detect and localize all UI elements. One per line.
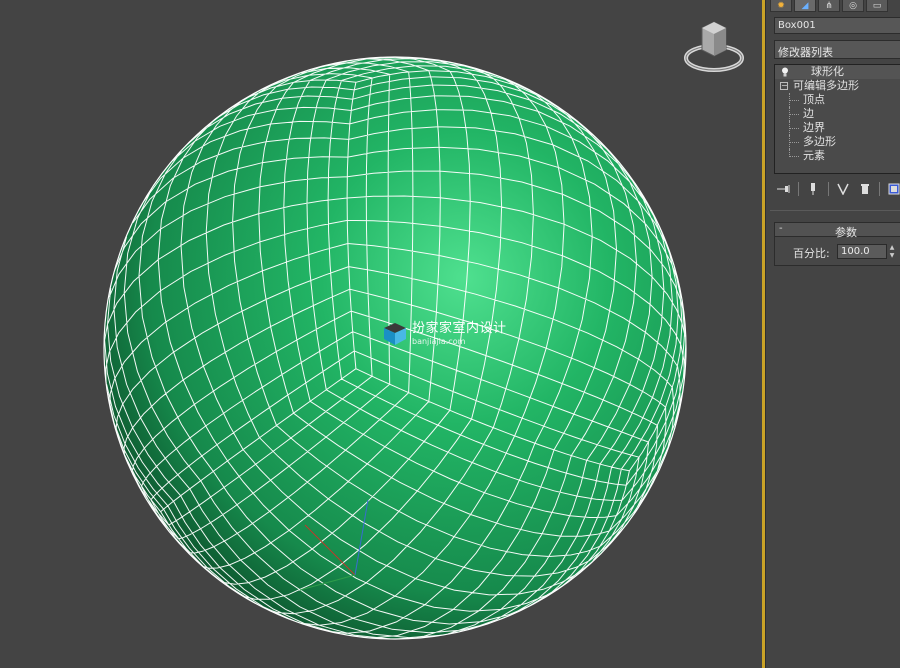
- end-result-icon: [811, 183, 816, 195]
- command-panel: ✹ ◢ ⋔ ◎ ▭ Box001 修改器列表 球形化 − 可编辑多边形 顶点 边: [765, 0, 900, 668]
- watermark-url: banjiajia.com: [412, 337, 466, 346]
- percent-spinner-arrows[interactable]: ▲ ▼: [888, 244, 896, 259]
- subobject-label: 顶点: [803, 93, 825, 106]
- stack-subobject-edge[interactable]: 边: [775, 107, 900, 121]
- watermark: 扮家家室内设计 banjiajia.com: [382, 322, 507, 346]
- spherified-mesh[interactable]: [0, 0, 762, 668]
- make-unique-button[interactable]: [834, 181, 853, 197]
- subobject-label: 多边形: [803, 135, 836, 148]
- configure-modifier-sets-button[interactable]: [885, 181, 900, 197]
- modifier-stack[interactable]: 球形化 − 可编辑多边形 顶点 边 边界 多边形 元素: [774, 64, 900, 174]
- motion-icon: ◎: [849, 0, 857, 11]
- spinner-down-icon[interactable]: ▼: [888, 252, 896, 260]
- perspective-viewport[interactable]: 扮家家室内设计 banjiajia.com: [0, 0, 762, 668]
- watermark-logo-icon: [384, 323, 406, 345]
- stack-item-editable-poly[interactable]: − 可编辑多边形: [775, 79, 900, 93]
- stack-item-spherify[interactable]: 球形化: [775, 65, 900, 79]
- make-unique-icon: [837, 183, 850, 195]
- parameters-rollout: - 参数 百分比: 100.0 ▲ ▼: [774, 222, 900, 266]
- modify-icon: ◢: [801, 0, 809, 11]
- display-tab[interactable]: ▭: [866, 0, 888, 12]
- create-icon: ✹: [777, 0, 785, 11]
- viewcube[interactable]: [682, 16, 746, 76]
- stack-toolbar: [774, 180, 900, 198]
- watermark-title: 扮家家室内设计: [412, 321, 507, 336]
- stack-item-label: 球形化: [811, 65, 844, 78]
- remove-modifier-button[interactable]: [855, 181, 874, 197]
- percent-label: 百分比:: [793, 247, 830, 260]
- hierarchy-icon: ⋔: [825, 0, 833, 11]
- subobject-label: 边: [803, 107, 814, 120]
- pin-icon: [776, 185, 790, 193]
- panel-divider: [770, 210, 900, 211]
- display-icon: ▭: [872, 0, 882, 11]
- configure-icon: [888, 183, 900, 195]
- percent-spinner-field[interactable]: 100.0: [837, 244, 887, 259]
- trash-icon: [860, 184, 869, 194]
- parameters-title: 参数: [835, 226, 857, 239]
- subobject-label: 边界: [803, 121, 825, 134]
- rollout-collapse-toggle[interactable]: -: [779, 223, 783, 234]
- spinner-up-icon[interactable]: ▲: [888, 244, 896, 252]
- modify-tab[interactable]: ◢: [794, 0, 816, 12]
- stack-subobject-polygon[interactable]: 多边形: [775, 135, 900, 149]
- show-end-result-button[interactable]: [804, 181, 823, 197]
- create-tab[interactable]: ✹: [770, 0, 792, 12]
- modifier-list-dropdown[interactable]: 修改器列表: [774, 40, 900, 59]
- lightbulb-icon[interactable]: [781, 67, 789, 77]
- stack-subobject-vertex[interactable]: 顶点: [775, 93, 900, 107]
- collapse-icon[interactable]: −: [780, 82, 788, 90]
- motion-tab[interactable]: ◎: [842, 0, 864, 12]
- stack-subobject-border[interactable]: 边界: [775, 121, 900, 135]
- object-name-field[interactable]: Box001: [774, 17, 900, 34]
- parameters-rollout-header[interactable]: - 参数: [775, 223, 900, 239]
- command-panel-tabs: ✹ ◢ ⋔ ◎ ▭: [770, 0, 888, 12]
- pin-stack-button[interactable]: [774, 181, 793, 197]
- stack-subobject-element[interactable]: 元素: [775, 149, 900, 163]
- subobject-label: 元素: [803, 149, 825, 162]
- hierarchy-tab[interactable]: ⋔: [818, 0, 840, 12]
- stack-item-label: 可编辑多边形: [793, 79, 859, 92]
